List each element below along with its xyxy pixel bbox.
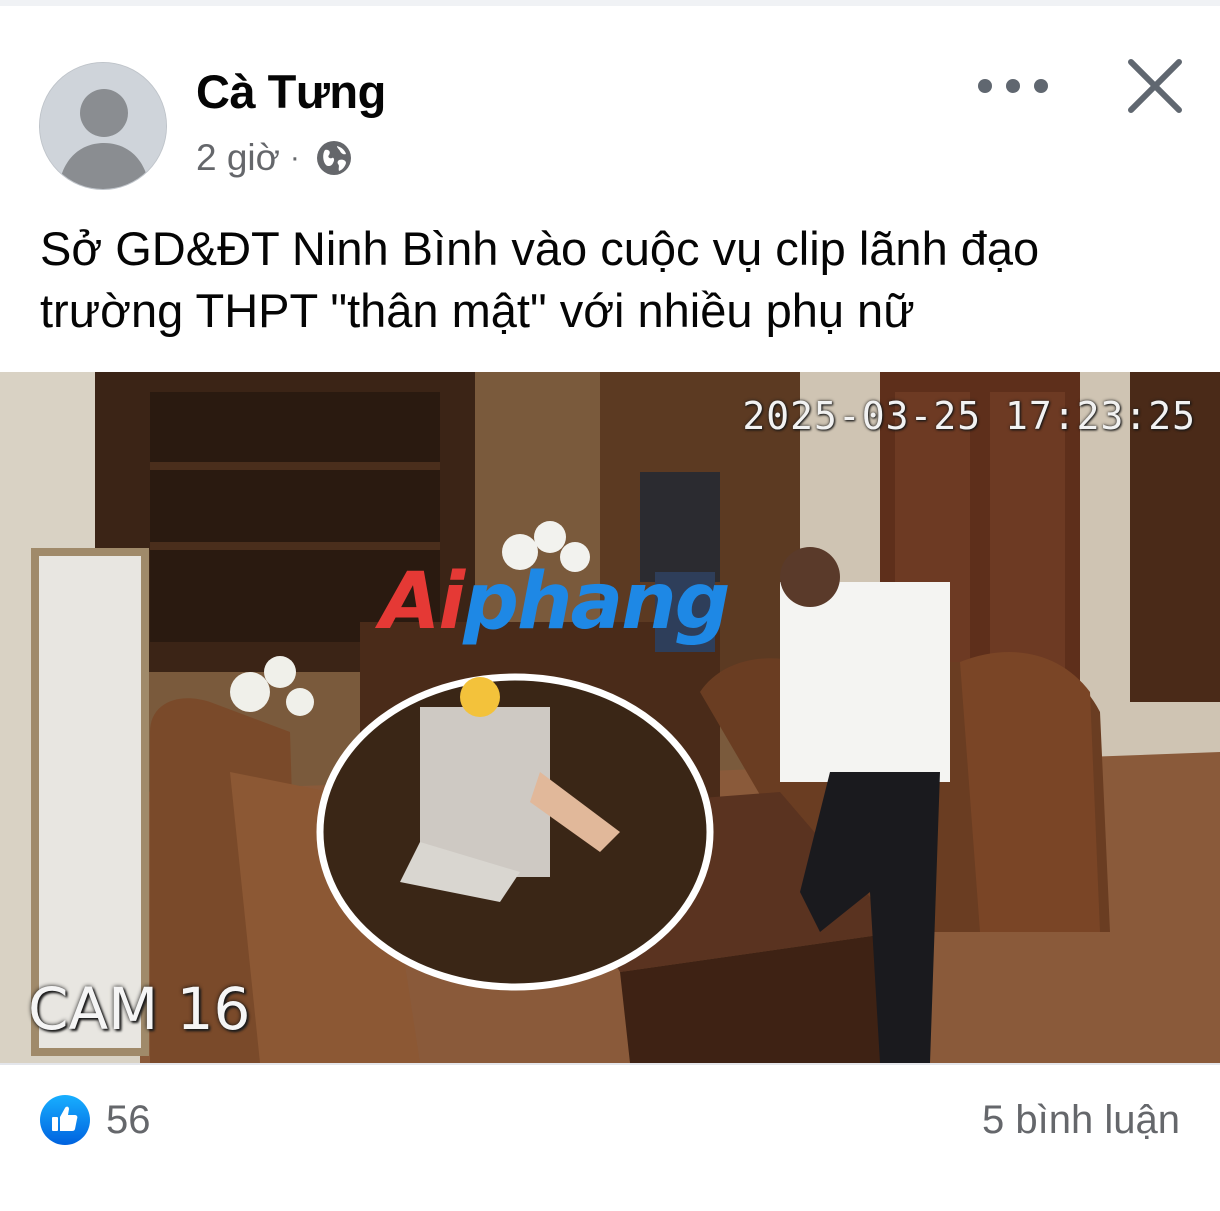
more-icon[interactable] (978, 66, 1048, 106)
meta-separator: · (289, 141, 300, 174)
more-dot (978, 79, 992, 93)
like-count[interactable]: 56 (106, 1098, 151, 1143)
cctv-timestamp: 2025-03-25 17:23:25 (742, 394, 1196, 438)
camera-label: CAM 16 (28, 975, 251, 1043)
post-text: Sở GD&ĐT Ninh Bình vào cuộc vụ clip lãnh… (40, 222, 1040, 337)
post-time[interactable]: 2 giờ (196, 137, 280, 179)
more-dot (1034, 79, 1048, 93)
cctv-scene (0, 372, 1220, 1063)
post-footer: 56 5 bình luận (0, 1080, 1220, 1160)
author-name[interactable]: Cà Tưng (196, 64, 386, 119)
watermark-part-a: Ai (380, 557, 465, 647)
watermark-logo: Aiphang (380, 557, 730, 647)
like-icon[interactable] (39, 1094, 91, 1146)
post-header: Cà Tưng 2 giờ · (0, 0, 1220, 200)
comment-count[interactable]: 5 bình luận (982, 1098, 1180, 1143)
footer-divider (0, 1063, 1220, 1065)
more-dot (1006, 79, 1020, 93)
globe-icon (316, 140, 352, 176)
post-meta: 2 giờ · (196, 136, 352, 180)
avatar[interactable] (39, 62, 167, 190)
close-icon[interactable] (1125, 56, 1185, 116)
post-image[interactable]: 2025-03-25 17:23:25 Aiphang CAM 16 (0, 372, 1220, 1063)
watermark-part-b: phang (463, 557, 730, 647)
